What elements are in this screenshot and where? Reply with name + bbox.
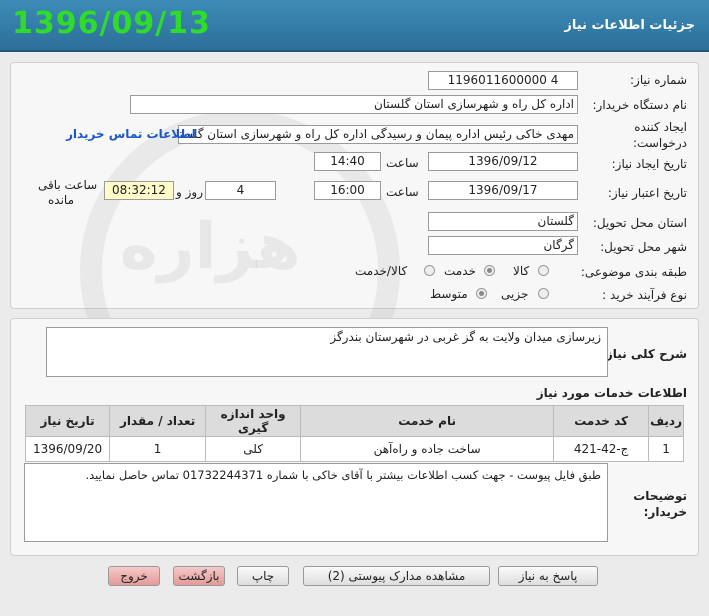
create-date-label: تاریخ ایجاد نیاز: <box>611 157 687 171</box>
validity-time-field: 16:00 <box>314 181 381 200</box>
header-date: 1396/09/13 <box>12 6 211 41</box>
time-remaining-field: 08:32:12 <box>104 181 174 200</box>
cell-qty: 1 <box>109 436 207 462</box>
category-radio-goods[interactable] <box>538 265 549 276</box>
col-code: کد خدمت <box>553 405 650 437</box>
buyer-org-label: نام دستگاه خریدار: <box>592 98 688 112</box>
back-button[interactable]: بازگشت <box>173 566 225 586</box>
col-date: تاریخ نیاز <box>24 405 111 437</box>
view-attachments-button[interactable]: مشاهده مدارک پیوستی (2) <box>303 566 490 586</box>
process-radio-minor[interactable] <box>538 288 549 299</box>
creator-label-2: درخواست: <box>633 136 687 150</box>
contact-info-link[interactable]: اطلاعات تماس خریدار <box>66 127 196 141</box>
table-row: 1 ج-42-421 ساخت جاده و راه‌آهن کلی 1 139… <box>24 436 684 462</box>
category-option-goods: کالا <box>513 264 530 278</box>
remaining-label-1: ساعت باقی <box>38 178 98 192</box>
validity-date-field: 1396/09/17 <box>428 181 578 200</box>
cell-row: 1 <box>648 436 684 462</box>
cell-code: ج-42-421 <box>553 436 650 462</box>
buyer-notes-label-2: خریدار: <box>643 505 687 519</box>
city-field: گرگان <box>428 236 578 255</box>
need-number-field: 1196011600000 4 <box>428 71 578 90</box>
creator-field: مهدی خاکی رئیس اداره پیمان و رسیدگی ادار… <box>178 125 578 144</box>
col-row: ردیف <box>648 405 684 437</box>
create-date-field: 1396/09/12 <box>428 152 578 171</box>
description-label: شرح کلی نیاز: <box>601 347 687 361</box>
province-field: گلستان <box>428 212 578 231</box>
buyer-org-field: اداره کل راه و شهرسازی استان گلستان <box>130 95 578 114</box>
cell-unit: کلی <box>205 436 302 462</box>
create-time-label: ساعت <box>386 156 419 170</box>
category-label: طبقه بندی موضوعی: <box>580 265 687 279</box>
days-remaining-field: 4 <box>205 181 276 200</box>
col-qty: تعداد / مقدار <box>109 405 207 437</box>
buyer-notes-label-1: توضیحات <box>633 489 687 503</box>
process-option-minor: جزیی <box>501 287 529 301</box>
reply-button[interactable]: پاسخ به نیاز <box>498 566 598 586</box>
remaining-label-2: مانده <box>48 193 75 207</box>
watermark-text: هزاره <box>120 210 301 284</box>
print-button[interactable]: چاپ <box>237 566 289 586</box>
header-bar: جزئیات اطلاعات نیاز 1396/09/13 <box>0 0 709 52</box>
services-table: ردیف کد خدمت نام خدمت واحد اندازه گیری ت… <box>24 405 684 462</box>
city-label: شهر محل تحویل: <box>600 240 687 254</box>
page-title: جزئیات اطلاعات نیاز <box>564 18 695 33</box>
category-radio-goods-service[interactable] <box>424 265 435 276</box>
create-time-field: 14:40 <box>314 152 381 171</box>
process-type-label: نوع فرآیند خرید : <box>602 288 687 302</box>
cell-date: 1396/09/20 <box>24 436 111 462</box>
validity-time-label: ساعت <box>386 185 419 199</box>
col-unit: واحد اندازه گیری <box>205 405 302 437</box>
description-field: زیرسازی میدان ولایت به گز غربی در شهرستا… <box>46 327 608 377</box>
process-radio-medium[interactable] <box>476 288 487 299</box>
category-option-goods-service: کالا/خدمت <box>355 264 408 278</box>
creator-label-1: ایجاد کننده <box>634 120 687 134</box>
cell-name: ساخت جاده و راه‌آهن <box>300 436 555 462</box>
services-title: اطلاعات خدمات مورد نیاز <box>536 386 687 400</box>
validity-date-label: تاریخ اعتبار نیاز: <box>607 186 687 200</box>
col-name: نام خدمت <box>300 405 555 437</box>
need-number-label: شماره نیاز: <box>630 73 687 87</box>
buyer-notes-field: طبق فایل پیوست - جهت کسب اطلاعات بیشتر ب… <box>24 463 608 542</box>
province-label: استان محل تحویل: <box>592 216 687 230</box>
days-label: روز و <box>176 185 203 199</box>
exit-button[interactable]: خروج <box>108 566 160 586</box>
category-option-service: خدمت <box>444 264 476 278</box>
category-radio-service[interactable] <box>484 265 495 276</box>
process-option-medium: متوسط <box>430 287 468 301</box>
